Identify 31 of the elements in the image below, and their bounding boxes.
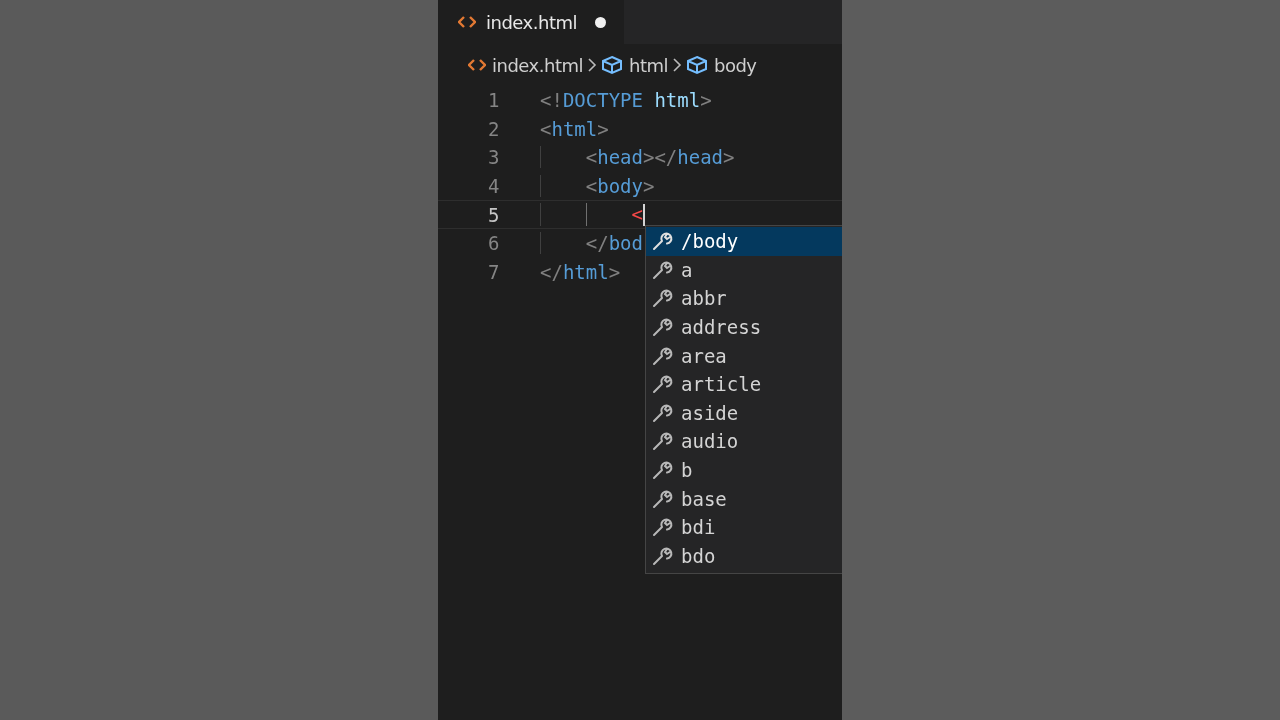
suggestion-item[interactable]: area	[646, 341, 842, 370]
line-number: 3	[487, 146, 501, 169]
suggestion-item[interactable]: audio	[646, 427, 842, 456]
suggestion-item[interactable]: bdo	[646, 541, 842, 571]
breadcrumb-item[interactable]: index.html	[492, 54, 583, 76]
breadcrumb-item[interactable]: body	[714, 54, 757, 76]
editor-tab[interactable]: index.html	[438, 0, 624, 44]
suggestion-item[interactable]: base	[646, 484, 842, 513]
code-line: <head></head>	[540, 146, 735, 169]
line-number: 6	[487, 232, 501, 255]
suggestion-item[interactable]: address	[646, 312, 842, 342]
tab-label: index.html	[486, 11, 577, 33]
code-line: <!DOCTYPE html>	[540, 89, 712, 112]
suggestion-item[interactable]: abbr	[646, 284, 842, 313]
line-number: 4	[487, 175, 501, 198]
line-number: 7	[487, 260, 501, 283]
suggestion-item[interactable]: article	[646, 369, 842, 399]
suggestion-item[interactable]: /body	[646, 227, 842, 256]
suggestion-item[interactable]: b	[646, 455, 842, 485]
line-number: 2	[487, 117, 501, 140]
line-number: 5	[487, 203, 501, 226]
code-line: <	[540, 202, 645, 227]
suggestion-item[interactable]: aside	[646, 398, 842, 428]
code-line: </bod	[540, 232, 643, 255]
breadcrumb-item[interactable]: html	[628, 54, 668, 76]
code-line: <html>	[540, 117, 609, 140]
line-number: 1	[487, 89, 501, 112]
code-line: </html>	[540, 260, 621, 283]
code-line: <body>	[540, 175, 655, 198]
suggestion-item[interactable]: a	[646, 255, 842, 285]
suggestion-item[interactable]: bdi	[646, 512, 842, 542]
